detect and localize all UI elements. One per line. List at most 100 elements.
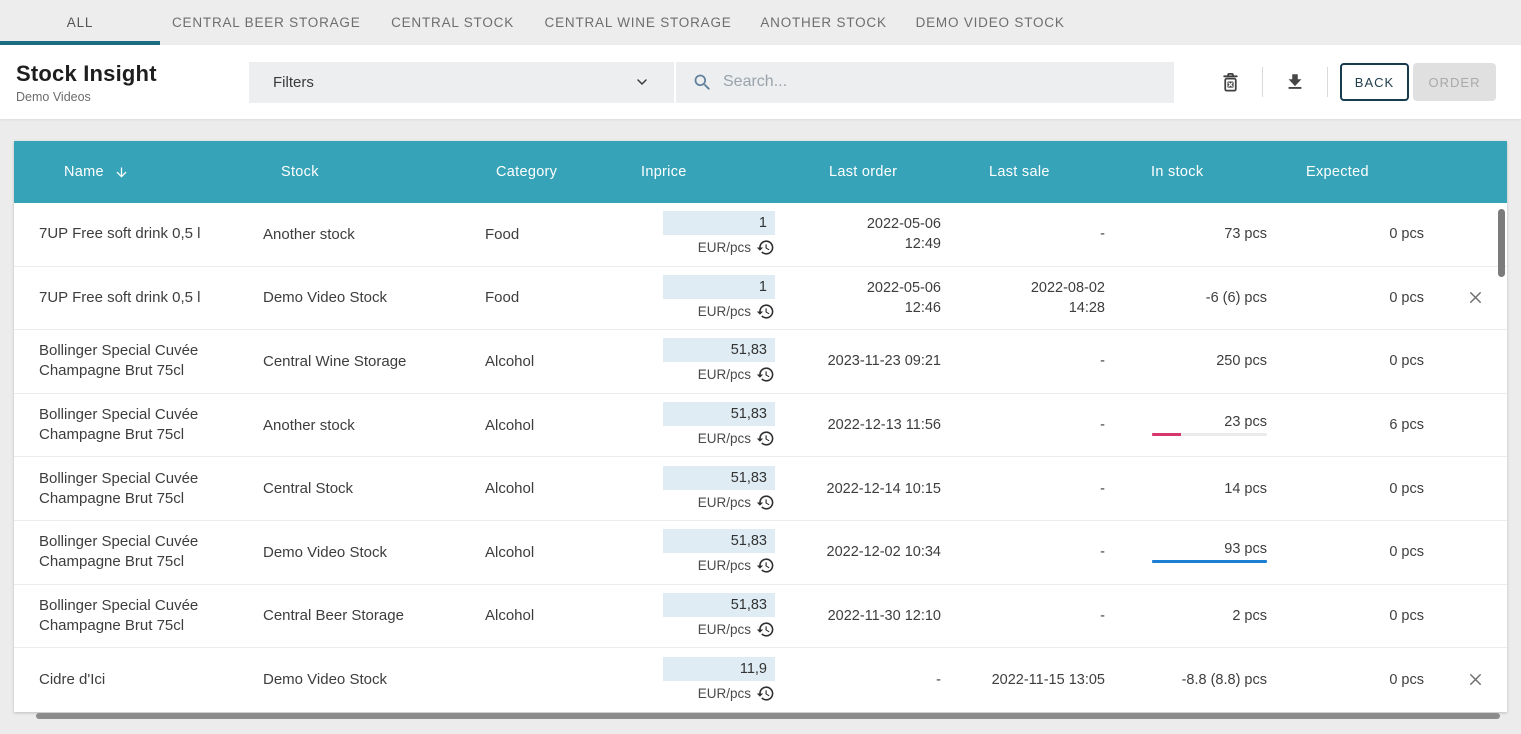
expected-value: 0 pcs	[1267, 457, 1424, 520]
column-header-category[interactable]: Category	[471, 141, 635, 203]
column-header-last-order[interactable]: Last order	[779, 141, 941, 203]
delete-button[interactable]	[1210, 62, 1250, 102]
tab-another-stock[interactable]: ANOTHER STOCK	[744, 0, 904, 45]
price-unit-label: EUR/pcs	[698, 240, 751, 255]
column-header-in-stock[interactable]: In stock	[1105, 141, 1267, 203]
page-subtitle: Demo Videos	[16, 90, 249, 104]
table-row[interactable]: 7UP Free soft drink 0,5 l Another stock …	[14, 203, 1507, 267]
table-header: Name Stock Category Inprice Last order L…	[14, 141, 1507, 203]
price-history-icon[interactable]	[756, 493, 775, 512]
column-label: Expected	[1306, 164, 1369, 180]
price-unit-label: EUR/pcs	[698, 495, 751, 510]
in-stock-value: -8.8 (8.8) pcs	[1182, 672, 1267, 688]
in-stock-value: 250 pcs	[1216, 353, 1267, 369]
table-row[interactable]: Bollinger Special Cuvée Champagne Brut 7…	[14, 394, 1507, 458]
horizontal-scrollbar[interactable]	[36, 713, 1500, 719]
column-header-name[interactable]: Name	[14, 141, 249, 203]
toolbar-divider	[1327, 67, 1328, 97]
last-sale-date: -	[941, 330, 1105, 393]
page-title: Stock Insight	[16, 61, 249, 87]
in-stock-value: 93 pcs	[1224, 541, 1267, 557]
column-label: In stock	[1151, 164, 1203, 180]
last-sale-date: 2022-08-02 14:28	[941, 267, 1105, 330]
price-history-icon[interactable]	[756, 238, 775, 257]
category: Alcohol	[471, 585, 635, 648]
product-name: Bollinger Special Cuvée Champagne Brut 7…	[39, 596, 219, 636]
inprice-input[interactable]: 51,83	[663, 529, 775, 553]
table-row[interactable]: Bollinger Special Cuvée Champagne Brut 7…	[14, 457, 1507, 521]
last-sale-date: -	[941, 521, 1105, 584]
in-stock-value: 2 pcs	[1232, 608, 1267, 624]
product-name: Bollinger Special Cuvée Champagne Brut 7…	[39, 469, 219, 509]
inprice-input[interactable]: 51,83	[663, 402, 775, 426]
download-button[interactable]	[1275, 62, 1315, 102]
tab-label: DEMO VIDEO STOCK	[916, 15, 1065, 30]
product-name: 7UP Free soft drink 0,5 l	[39, 288, 200, 308]
title-block: Stock Insight Demo Videos	[0, 61, 249, 104]
tab-central-wine-storage[interactable]: CENTRAL WINE STORAGE	[533, 0, 744, 45]
category: Alcohol	[471, 394, 635, 457]
stock-location: Demo Video Stock	[249, 267, 471, 330]
last-sale-date: 2022-11-15 13:05	[941, 648, 1105, 712]
expected-value: 0 pcs	[1267, 585, 1424, 648]
price-history-icon[interactable]	[756, 556, 775, 575]
search-box	[676, 62, 1174, 103]
product-name: Cidre d'Ici	[39, 670, 105, 690]
tab-central-stock[interactable]: CENTRAL STOCK	[373, 0, 533, 45]
price-history-icon[interactable]	[756, 429, 775, 448]
column-header-inprice[interactable]: Inprice	[635, 141, 779, 203]
search-input[interactable]	[723, 73, 1158, 91]
vertical-scrollbar[interactable]	[1498, 209, 1505, 277]
stock-location: Demo Video Stock	[249, 521, 471, 584]
inprice-input[interactable]: 11,9	[663, 657, 775, 681]
back-button[interactable]: BACK	[1340, 63, 1409, 101]
inprice-input[interactable]: 51,83	[663, 593, 775, 617]
column-header-expected[interactable]: Expected	[1267, 141, 1424, 203]
price-history-icon[interactable]	[756, 684, 775, 703]
search-icon	[692, 72, 713, 93]
stock-level-bar	[1152, 433, 1267, 436]
last-order-date: 2022-12-14 10:15	[779, 457, 941, 520]
last-sale-date: -	[941, 585, 1105, 648]
table-row[interactable]: Bollinger Special Cuvée Champagne Brut 7…	[14, 585, 1507, 649]
inprice-input[interactable]: 1	[663, 275, 775, 299]
price-history-icon[interactable]	[756, 620, 775, 639]
column-label: Last order	[829, 164, 897, 180]
column-header-last-sale[interactable]: Last sale	[941, 141, 1105, 203]
price-history-icon[interactable]	[756, 302, 775, 321]
column-label: Last sale	[989, 164, 1050, 180]
expected-value: 0 pcs	[1267, 267, 1424, 330]
order-button[interactable]: ORDER	[1413, 63, 1496, 101]
close-icon	[1466, 288, 1485, 307]
chevron-down-icon	[634, 74, 650, 90]
inprice-input[interactable]: 51,83	[663, 338, 775, 362]
tab-label: ALL	[67, 15, 93, 30]
table-row[interactable]: Bollinger Special Cuvée Champagne Brut 7…	[14, 521, 1507, 585]
tab-all[interactable]: ALL	[0, 0, 160, 45]
tab-central-beer-storage[interactable]: CENTRAL BEER STORAGE	[160, 0, 373, 45]
last-order-date: 2023-11-23 09:21	[779, 330, 941, 393]
price-unit-label: EUR/pcs	[698, 431, 751, 446]
tab-label: CENTRAL STOCK	[391, 15, 514, 30]
inprice-input[interactable]: 51,83	[663, 466, 775, 490]
column-header-stock[interactable]: Stock	[249, 141, 471, 203]
product-name: Bollinger Special Cuvée Champagne Brut 7…	[39, 532, 219, 572]
stock-location: Another stock	[249, 203, 471, 266]
price-history-icon[interactable]	[756, 365, 775, 384]
close-icon	[1466, 670, 1485, 689]
filters-dropdown[interactable]: Filters	[249, 62, 674, 103]
last-order-date: 2022-11-30 12:10	[779, 585, 941, 648]
tab-demo-video-stock[interactable]: DEMO VIDEO STOCK	[904, 0, 1077, 45]
table-row[interactable]: 7UP Free soft drink 0,5 l Demo Video Sto…	[14, 267, 1507, 331]
toolbar: Stock Insight Demo Videos Filters BACK O…	[0, 45, 1521, 119]
inprice-input[interactable]: 1	[663, 211, 775, 235]
last-order-date: 2022-12-13 11:56	[779, 394, 941, 457]
in-stock-value: 14 pcs	[1224, 481, 1267, 497]
table-row[interactable]: Cidre d'Ici Demo Video Stock 11,9 EUR/pc…	[14, 648, 1507, 712]
row-close-button[interactable]	[1464, 668, 1487, 691]
product-name: Bollinger Special Cuvée Champagne Brut 7…	[39, 405, 219, 445]
stock-location: Central Stock	[249, 457, 471, 520]
row-close-button[interactable]	[1464, 286, 1487, 309]
category: Alcohol	[471, 521, 635, 584]
table-row[interactable]: Bollinger Special Cuvée Champagne Brut 7…	[14, 330, 1507, 394]
